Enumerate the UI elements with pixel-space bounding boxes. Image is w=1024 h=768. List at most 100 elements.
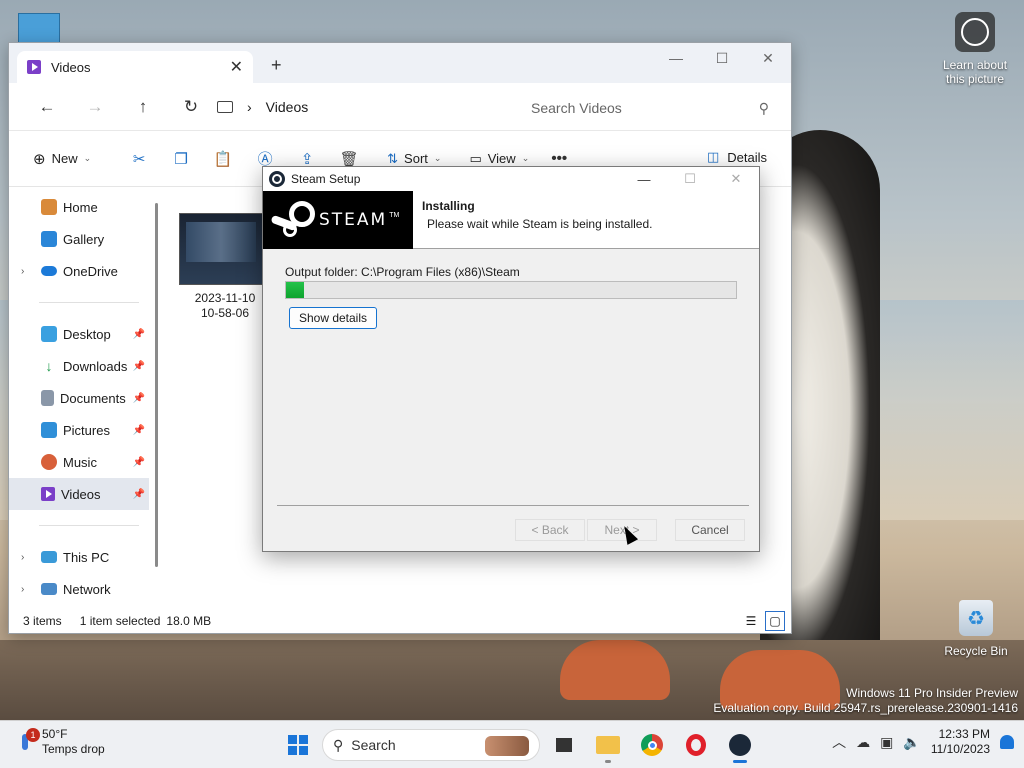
details-button[interactable]: ◫ Details bbox=[707, 149, 767, 165]
divider bbox=[39, 302, 139, 303]
forward-arrow-icon[interactable]: → bbox=[71, 97, 119, 117]
breadcrumb[interactable]: › Videos bbox=[217, 93, 513, 121]
show-details-button[interactable]: Show details bbox=[289, 307, 377, 329]
computer-icon bbox=[217, 101, 233, 113]
tab-videos[interactable]: Videos ✕ bbox=[17, 51, 253, 83]
more-options-icon[interactable]: ••• bbox=[541, 150, 577, 167]
sidebar-item-music[interactable]: Music 📌 bbox=[9, 446, 149, 478]
weather-widget[interactable]: 1 50°F Temps drop bbox=[14, 727, 105, 757]
back-button[interactable]: < Back bbox=[515, 519, 585, 541]
start-button[interactable] bbox=[278, 727, 318, 763]
pin-icon: 📌 bbox=[132, 488, 145, 500]
chevron-right-icon[interactable]: › bbox=[21, 266, 24, 277]
pin-icon: 📌 bbox=[132, 360, 145, 372]
delete-icon[interactable]: 🗑 bbox=[331, 150, 367, 168]
chevron-right-icon[interactable]: › bbox=[21, 584, 24, 595]
thermometer-icon: 1 bbox=[14, 728, 40, 756]
copy-icon[interactable]: ❐ bbox=[163, 150, 199, 168]
music-icon bbox=[41, 454, 57, 470]
camera-icon bbox=[955, 12, 995, 52]
sidebar-item-desktop[interactable]: Desktop 📌 bbox=[9, 318, 149, 350]
clock[interactable]: 12:33 PM 11/10/2023 bbox=[931, 727, 990, 757]
temperature: 50°F bbox=[42, 727, 68, 741]
close-button[interactable]: ✕ bbox=[713, 167, 759, 191]
cut-icon[interactable]: ✂ bbox=[121, 150, 157, 168]
chevron-up-icon[interactable]: ︿ bbox=[832, 732, 846, 752]
sidebar-item-home[interactable]: Home bbox=[9, 191, 149, 223]
sidebar-item-documents[interactable]: Documents 📌 bbox=[9, 382, 149, 414]
chrome-taskbar-button[interactable] bbox=[632, 727, 672, 763]
taskbar-search[interactable]: ⚲ Search bbox=[322, 729, 540, 761]
desktop-icon-partial[interactable] bbox=[18, 13, 60, 45]
cloud-icon bbox=[41, 266, 57, 276]
network-icon bbox=[41, 583, 57, 595]
sidebar-item-network[interactable]: › Network bbox=[9, 573, 149, 605]
up-arrow-icon[interactable]: ↑ bbox=[119, 97, 167, 117]
details-label: Details bbox=[727, 149, 767, 165]
search-input[interactable]: Search Videos ⚲ bbox=[519, 93, 781, 123]
steam-setup-dialog: Steam Setup — ☐ ✕ STEAM TM Installing Pl… bbox=[262, 166, 760, 552]
back-arrow-icon[interactable]: ← bbox=[23, 97, 71, 117]
sidebar-item-downloads[interactable]: ↓ Downloads 📌 bbox=[9, 350, 149, 382]
sidebar-item-this-pc[interactable]: › This PC bbox=[9, 541, 149, 573]
refresh-icon[interactable]: ↻ bbox=[167, 97, 215, 117]
sidebar-item-pictures[interactable]: Pictures 📌 bbox=[9, 414, 149, 446]
new-label: New bbox=[51, 151, 78, 166]
file-explorer-taskbar-button[interactable] bbox=[588, 727, 628, 763]
divider bbox=[277, 505, 749, 506]
maximize-button[interactable]: ☐ bbox=[699, 43, 745, 73]
item-count: 3 items bbox=[23, 614, 62, 628]
new-button[interactable]: ⊕ New ⌄ bbox=[27, 150, 97, 168]
task-view-icon bbox=[556, 738, 572, 752]
tiles-view-icon[interactable]: ▢ bbox=[765, 611, 785, 631]
sidebar-item-label: Documents bbox=[60, 390, 126, 406]
notification-bell-icon[interactable] bbox=[1000, 735, 1014, 749]
minimize-button[interactable]: — bbox=[653, 43, 699, 73]
sidebar-item-videos[interactable]: Videos 📌 bbox=[9, 478, 149, 510]
list-view-icon[interactable]: ☰ bbox=[741, 611, 761, 631]
taskbar: 1 50°F Temps drop ⚲ Search ︿ ☁ ▣ 🔈 12:33… bbox=[0, 720, 1024, 768]
share-icon[interactable]: ⇪ bbox=[289, 150, 325, 168]
sort-label: Sort bbox=[404, 151, 428, 166]
close-button[interactable]: ✕ bbox=[745, 43, 791, 73]
chevron-right-icon[interactable]: › bbox=[21, 552, 24, 563]
tab-title: Videos bbox=[51, 59, 91, 75]
steam-banner: STEAM TM bbox=[263, 191, 413, 249]
sort-button[interactable]: ⇅ Sort ⌄ bbox=[381, 151, 447, 167]
notification-badge: 1 bbox=[26, 728, 40, 742]
clock-time: 12:33 PM bbox=[938, 727, 990, 741]
computer-icon bbox=[41, 551, 57, 563]
sidebar-item-onedrive[interactable]: › OneDrive bbox=[9, 255, 149, 287]
sidebar-item-label: Gallery bbox=[63, 231, 105, 247]
network-icon[interactable]: ▣ bbox=[880, 734, 893, 751]
details-pane-icon: ◫ bbox=[706, 149, 720, 164]
search-label: Search bbox=[351, 737, 396, 753]
selection-count: 1 item selected bbox=[79, 614, 161, 628]
close-tab-icon[interactable]: ✕ bbox=[230, 57, 243, 77]
opera-taskbar-button[interactable] bbox=[676, 727, 716, 763]
task-view-button[interactable] bbox=[544, 727, 584, 763]
volume-icon[interactable]: 🔈 bbox=[903, 734, 920, 751]
cancel-button[interactable]: Cancel bbox=[675, 519, 745, 541]
pin-icon: 📌 bbox=[132, 424, 145, 436]
learn-about-picture-icon[interactable]: Learn about this picture bbox=[938, 12, 1012, 86]
wallpaper-penguin-foot bbox=[560, 640, 670, 700]
breadcrumb-item[interactable]: Videos bbox=[266, 99, 309, 115]
recycle-bin-icon[interactable]: ♻ Recycle Bin bbox=[940, 600, 1012, 658]
view-button[interactable]: ▭ View ⌄ bbox=[463, 151, 535, 167]
sidebar-item-gallery[interactable]: Gallery bbox=[9, 223, 149, 255]
minimize-button[interactable]: — bbox=[621, 167, 667, 191]
install-progress-bar bbox=[285, 281, 737, 299]
dialog-body: Output folder: C:\Program Files (x86)\St… bbox=[263, 249, 759, 551]
paste-icon[interactable]: 📋 bbox=[205, 150, 241, 168]
pictures-icon bbox=[41, 422, 57, 438]
video-file-thumbnail[interactable] bbox=[179, 213, 265, 285]
steam-taskbar-button[interactable] bbox=[720, 727, 760, 763]
desktop-icon bbox=[41, 326, 57, 342]
onedrive-offline-icon[interactable]: ☁ bbox=[856, 734, 870, 751]
maximize-button[interactable]: ☐ bbox=[667, 167, 713, 191]
pin-icon: 📌 bbox=[132, 456, 145, 468]
file-name[interactable]: 2023-11-10 10-58-06 bbox=[175, 291, 275, 321]
new-tab-button[interactable]: + bbox=[271, 55, 282, 76]
divider bbox=[39, 525, 139, 526]
